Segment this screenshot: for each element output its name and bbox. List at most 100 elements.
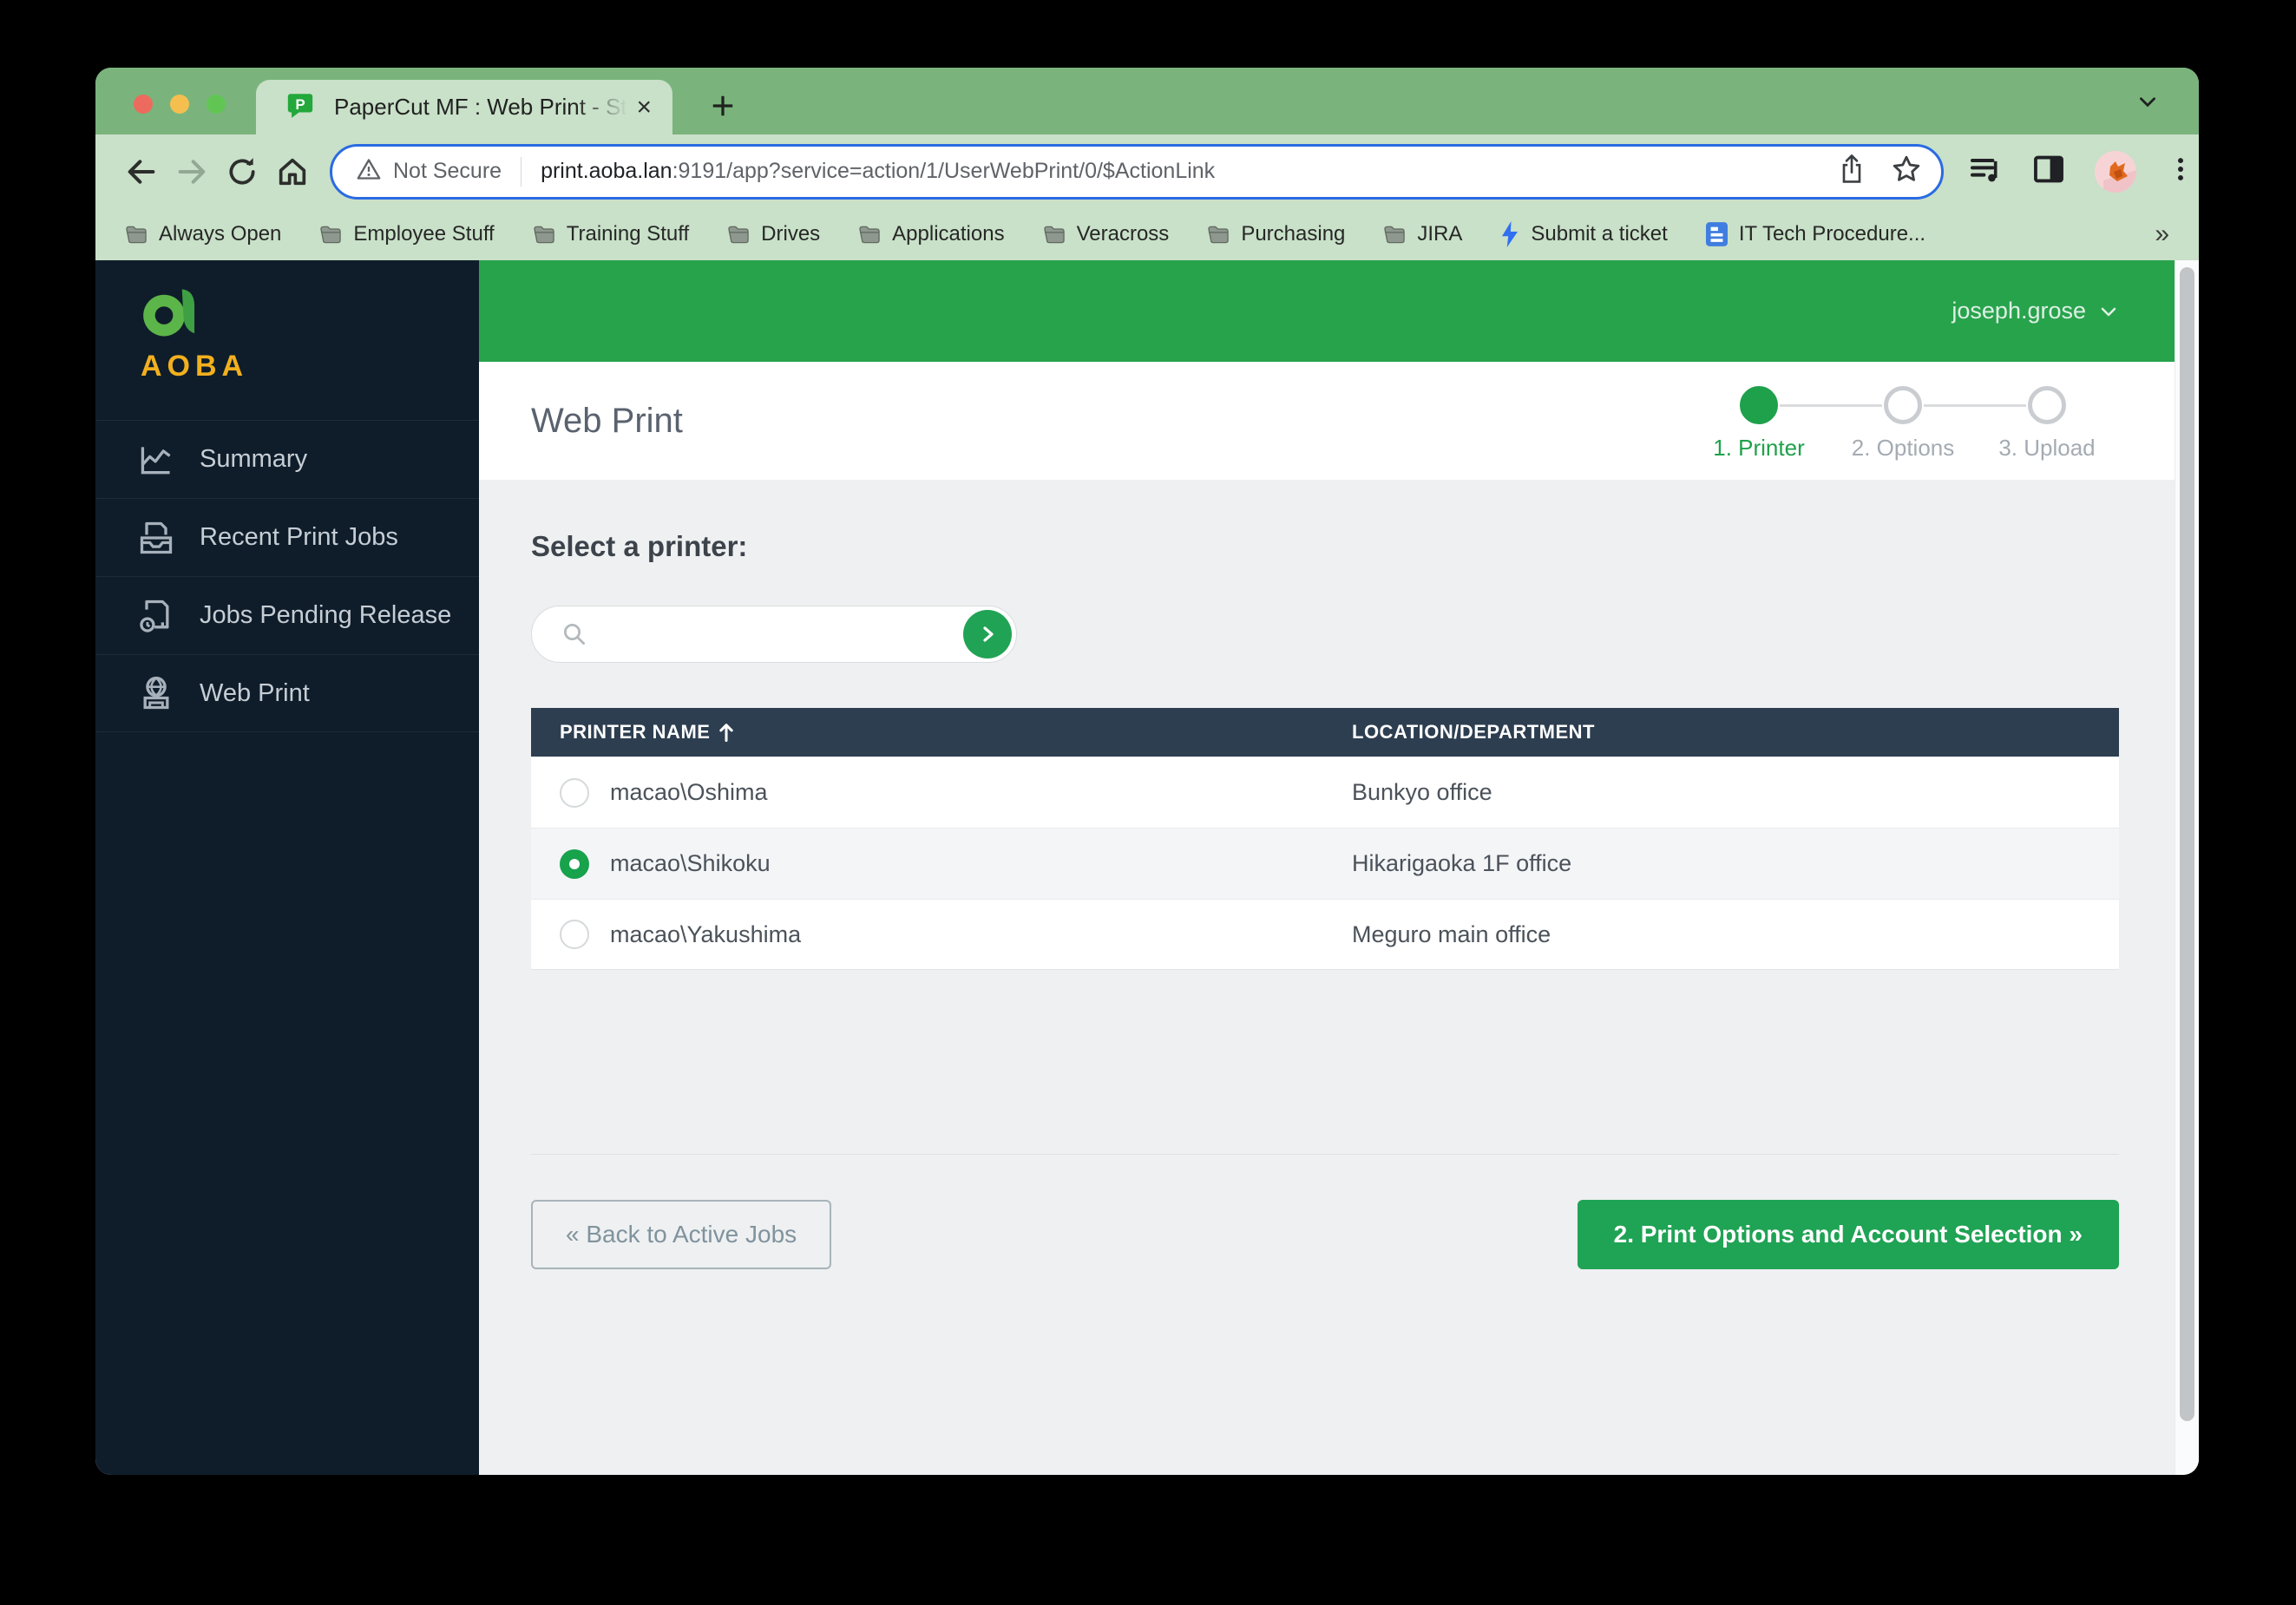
- url-bar[interactable]: Not Secure print.aoba.lan:9191/app?servi…: [330, 144, 1944, 200]
- active-tab[interactable]: P PaperCut MF : Web Print - Step ×: [256, 80, 672, 134]
- folder-icon: [1383, 225, 1406, 245]
- radio-unselected[interactable]: [560, 920, 589, 949]
- step-printer[interactable]: 1. Printer: [1687, 386, 1831, 462]
- reload-button[interactable]: [217, 147, 267, 197]
- page-header: Web Print 1. Printer 2. Options 3. Uploa…: [479, 362, 2175, 480]
- printer-name: macao\Oshima: [610, 779, 768, 806]
- folder-icon: [533, 225, 555, 245]
- tab-close-icon[interactable]: ×: [636, 95, 652, 121]
- bookmark-submit-a-ticket[interactable]: Submit a ticket: [1500, 221, 1667, 247]
- sidebar-item-web-print[interactable]: Web Print: [95, 654, 479, 732]
- bookmark-it-tech-procedure[interactable]: IT Tech Procedure...: [1706, 222, 1925, 246]
- print-options-button[interactable]: 2. Print Options and Account Selection »: [1578, 1200, 2119, 1269]
- bookmark-always-open[interactable]: Always Open: [125, 222, 281, 246]
- column-location[interactable]: LOCATION/DEPARTMENT: [1352, 721, 2119, 744]
- bookmark-training-stuff[interactable]: Training Stuff: [533, 222, 689, 246]
- scrollbar-thumb[interactable]: [2180, 267, 2194, 1421]
- sidebar-item-label: Jobs Pending Release: [200, 601, 451, 630]
- urlbar-divider: [521, 157, 522, 187]
- share-icon[interactable]: [1839, 154, 1865, 189]
- printer-row-oshima[interactable]: macao\Oshima Bunkyo office: [531, 757, 2119, 828]
- folder-icon: [125, 225, 148, 245]
- printer-location: Hikarigaoka 1F office: [1352, 850, 2119, 877]
- sidebar-item-summary[interactable]: Summary: [95, 420, 479, 498]
- back-button[interactable]: [116, 147, 167, 197]
- bookmark-applications[interactable]: Applications: [858, 222, 1004, 246]
- browser-window: P PaperCut MF : Web Print - Step ×: [95, 68, 2199, 1475]
- security-label[interactable]: Not Secure: [393, 159, 502, 184]
- sidebar-item-recent-print-jobs[interactable]: Recent Print Jobs: [95, 498, 479, 576]
- tab-search-chevron-icon[interactable]: [2136, 90, 2159, 117]
- search-icon: [561, 621, 587, 647]
- printer-table-header: PRINTER NAME LOCATION/DEPARTMENT: [531, 708, 2119, 757]
- bookmark-label: Employee Stuff: [353, 222, 494, 246]
- minimize-window-button[interactable]: [170, 95, 189, 114]
- user-chevron-icon: [2098, 301, 2119, 322]
- bookmark-veracross[interactable]: Veracross: [1043, 222, 1170, 246]
- media-controls-icon[interactable]: [1968, 152, 2003, 191]
- bookmark-star-icon[interactable]: [1891, 154, 1922, 189]
- menu-dots-icon[interactable]: [2166, 154, 2195, 188]
- home-button[interactable]: [267, 147, 318, 197]
- bookmark-drives[interactable]: Drives: [727, 222, 820, 246]
- search-submit-button[interactable]: [963, 610, 1012, 658]
- forward-button[interactable]: [167, 147, 217, 197]
- page-scrollbar[interactable]: [2175, 260, 2199, 1475]
- sidebar-item-label: Web Print: [200, 679, 310, 708]
- bookmark-label: IT Tech Procedure...: [1739, 222, 1925, 246]
- bookmark-purchasing[interactable]: Purchasing: [1207, 222, 1345, 246]
- papercut-app: AOBA Summary Recent Print Jobs Jobs Pend…: [95, 260, 2199, 1475]
- radio-selected[interactable]: [560, 849, 589, 879]
- step-dot: [1740, 386, 1778, 424]
- search-input[interactable]: [603, 620, 963, 649]
- sidebar-item-label: Summary: [200, 445, 307, 474]
- printer-inbox-icon: [137, 519, 175, 557]
- step-label: 2. Options: [1852, 435, 1955, 462]
- tab-title: PaperCut MF : Web Print - Step: [334, 94, 627, 121]
- bookmark-label: Veracross: [1077, 222, 1170, 246]
- lightning-icon: [1500, 221, 1519, 247]
- bookmark-label: Applications: [892, 222, 1004, 246]
- section-heading: Select a printer:: [531, 530, 747, 563]
- bookmark-employee-stuff[interactable]: Employee Stuff: [319, 222, 494, 246]
- folder-icon: [1207, 225, 1230, 245]
- browser-toolbar: Not Secure print.aoba.lan:9191/app?servi…: [95, 134, 2199, 208]
- tab-strip: P PaperCut MF : Web Print - Step ×: [95, 68, 2199, 134]
- side-panel-icon[interactable]: [2032, 153, 2065, 190]
- step-upload[interactable]: 3. Upload: [1975, 386, 2119, 462]
- wizard-steps: 1. Printer 2. Options 3. Upload: [1687, 381, 2119, 462]
- close-window-button[interactable]: [134, 95, 153, 114]
- sidebar-nav: Summary Recent Print Jobs Jobs Pending R…: [95, 420, 479, 732]
- bookmark-label: Submit a ticket: [1531, 222, 1667, 246]
- printer-row-yakushima[interactable]: macao\Yakushima Meguro main office: [531, 899, 2119, 970]
- bookmark-label: Training Stuff: [567, 222, 689, 246]
- bookmark-label: Purchasing: [1241, 222, 1345, 246]
- column-printer-name[interactable]: PRINTER NAME: [531, 721, 1352, 744]
- zoom-window-button[interactable]: [207, 95, 226, 114]
- step-options[interactable]: 2. Options: [1831, 386, 1975, 462]
- url-text: print.aoba.lan:9191/app?service=action/1…: [541, 159, 1823, 184]
- sort-asc-icon: [718, 723, 734, 742]
- profile-avatar[interactable]: [2095, 151, 2136, 193]
- printer-search: [531, 606, 1017, 663]
- bookmark-label: JIRA: [1417, 222, 1462, 246]
- column-label: PRINTER NAME: [560, 721, 710, 744]
- sidebar-item-jobs-pending-release[interactable]: Jobs Pending Release: [95, 576, 479, 654]
- sidebar-item-label: Recent Print Jobs: [200, 523, 398, 552]
- printer-row-shikoku[interactable]: macao\Shikoku Hikarigaoka 1F office: [531, 828, 2119, 899]
- user-menu[interactable]: joseph.grose: [1952, 260, 2119, 362]
- aoba-logo-text: AOBA: [141, 350, 479, 383]
- aoba-logo-mark: [141, 286, 201, 342]
- bookmark-label: Drives: [761, 222, 820, 246]
- folder-icon: [727, 225, 750, 245]
- printer-name: macao\Yakushima: [610, 921, 801, 948]
- new-tab-button[interactable]: [707, 90, 738, 121]
- back-to-active-jobs-button[interactable]: « Back to Active Jobs: [531, 1200, 831, 1269]
- printer-location: Bunkyo office: [1352, 779, 2119, 806]
- url-path: :9191/app?service=action/1/UserWebPrint/…: [672, 159, 1216, 183]
- radio-unselected[interactable]: [560, 778, 589, 808]
- bookmarks-overflow-chevron[interactable]: »: [2155, 219, 2169, 249]
- bookmark-jira[interactable]: JIRA: [1383, 222, 1462, 246]
- printer-location: Meguro main office: [1352, 921, 2119, 948]
- printer-name: macao\Shikoku: [610, 850, 771, 877]
